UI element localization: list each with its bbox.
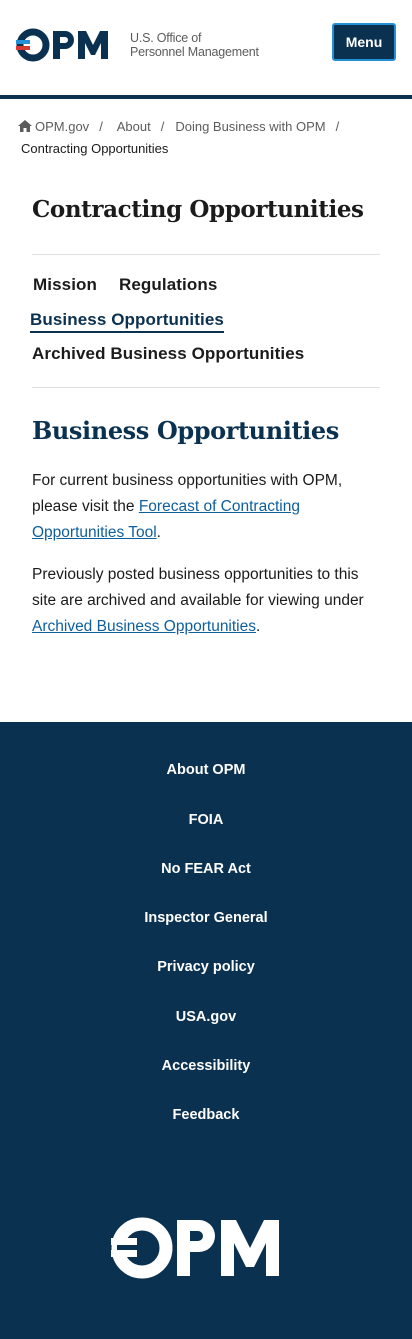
subnav-archived-business-opportunities[interactable]: Archived Business Opportunities — [32, 344, 304, 364]
breadcrumb: OPM.gov / About / Doing Business with OPM / … — [18, 116, 398, 160]
footer-link-no-fear-act[interactable]: No FEAR Act — [0, 861, 412, 877]
breadcrumb-item-doing-business: Doing Business with OPM / — [175, 119, 350, 134]
main-content: Contracting Opportunities Mission Regula… — [30, 190, 380, 640]
header-divider — [0, 95, 412, 99]
site-header: U.S. Office of Personnel Management Menu — [0, 0, 412, 99]
breadcrumb-link-opm[interactable]: OPM.gov — [35, 119, 89, 134]
site-footer: About OPM FOIA No FEAR Act Inspector Gen… — [0, 722, 412, 1339]
agency-name-line2: Personnel Management — [130, 45, 259, 59]
footer-link-feedback[interactable]: Feedback — [0, 1107, 412, 1123]
footer-link-inspector-general[interactable]: Inspector General — [0, 910, 412, 926]
paragraph-archived-opportunities: Previously posted business opportunities… — [32, 562, 380, 640]
opm-logo-icon — [111, 1217, 279, 1279]
breadcrumb-item-about: About / — [117, 119, 176, 134]
breadcrumb-item-home: OPM.gov / — [18, 119, 117, 134]
divider — [32, 387, 380, 388]
breadcrumb-link-about[interactable]: About — [117, 119, 151, 134]
section-title: Business Opportunities — [32, 416, 339, 445]
breadcrumb-separator: / — [335, 119, 340, 134]
agency-name: U.S. Office of Personnel Management — [130, 31, 259, 59]
para2-text: Previously posted business opportunities… — [32, 566, 364, 609]
breadcrumb-link-doing-business[interactable]: Doing Business with OPM — [175, 119, 325, 134]
page-title: Contracting Opportunities — [32, 196, 364, 223]
footer-link-accessibility[interactable]: Accessibility — [0, 1058, 412, 1074]
archived-opportunities-link[interactable]: Archived Business Opportunities — [32, 618, 256, 635]
breadcrumb-separator: / — [99, 119, 103, 134]
subnav-mission[interactable]: Mission — [33, 275, 97, 295]
opm-logo-link[interactable]: U.S. Office of Personnel Management — [16, 28, 259, 62]
breadcrumb-separator: / — [160, 119, 165, 134]
agency-name-line1: U.S. Office of — [130, 31, 202, 45]
home-icon — [18, 120, 32, 132]
para1-end: . — [156, 524, 161, 541]
footer-link-privacy-policy[interactable]: Privacy policy — [0, 959, 412, 975]
section-subnav: Mission Regulations Business Opportuniti… — [30, 255, 380, 387]
footer-link-about-opm[interactable]: About OPM — [0, 762, 412, 778]
subnav-regulations[interactable]: Regulations — [119, 275, 217, 295]
footer-link-usa-gov[interactable]: USA.gov — [0, 1009, 412, 1025]
para2-end: . — [256, 618, 261, 635]
footer-link-foia[interactable]: FOIA — [0, 812, 412, 828]
menu-button[interactable]: Menu — [332, 23, 396, 61]
subnav-business-opportunities[interactable]: Business Opportunities — [30, 310, 224, 333]
paragraph-current-opportunities: For current business opportunities with … — [32, 468, 380, 546]
breadcrumb-current: Contracting Opportunities — [21, 141, 169, 156]
opm-logo-icon — [16, 28, 108, 62]
